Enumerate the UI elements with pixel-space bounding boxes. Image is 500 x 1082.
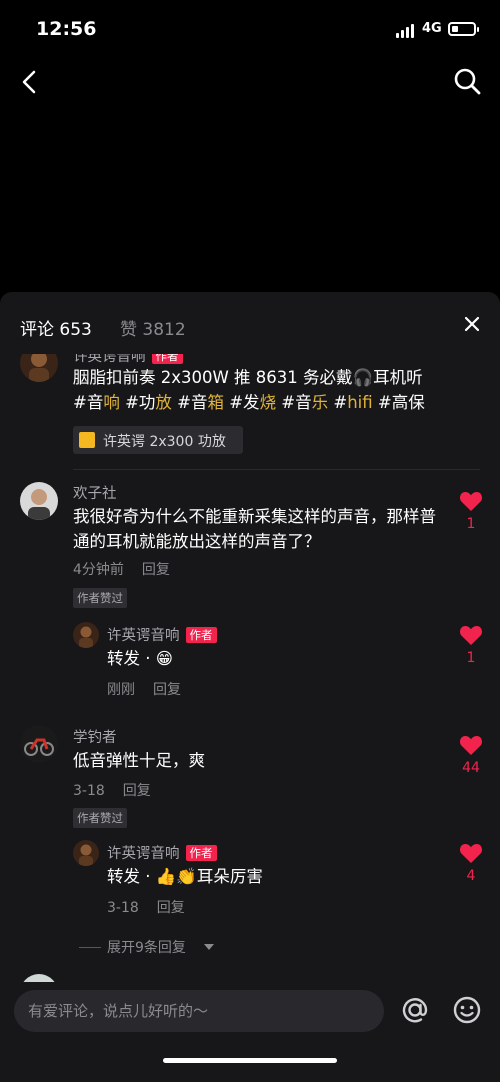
battery-icon <box>448 22 479 36</box>
comment-username[interactable]: 欢子社 <box>73 482 117 503</box>
comment-text-segment: #高保 <box>372 393 425 412</box>
comment-text: 低音弹性十足，爽 <box>73 751 205 770</box>
home-indicator <box>163 1058 337 1063</box>
sheet-header: 评论 653 赞 3812 <box>0 292 500 354</box>
reply-button[interactable]: 回复 <box>157 900 185 916</box>
avatar[interactable] <box>20 725 58 763</box>
expand-replies-button[interactable]: 展开9条回复 <box>73 936 273 958</box>
comment-input-bar <box>0 982 500 1082</box>
top-nav <box>0 60 500 104</box>
close-icon <box>464 316 480 332</box>
signal-icon <box>396 22 416 38</box>
reply-meta: 刚刚 回复 <box>107 679 181 699</box>
network-label: 4G <box>422 21 442 36</box>
like-count: 44 <box>462 760 480 776</box>
author-tag: 作者 <box>185 627 217 643</box>
comment-time: 3-18 <box>73 783 105 799</box>
like-count: 1 <box>466 516 476 532</box>
comment-text: 胭脂扣前奏 2x300W 推 8631 务必戴🎧耳机听 #音响 #功放 #音箱 #… <box>73 365 478 415</box>
caret-down-icon <box>204 944 214 950</box>
avatar[interactable] <box>20 974 58 982</box>
comment-text-segment: #功 <box>119 393 156 412</box>
comment-text-segment: #发 <box>223 393 260 412</box>
like-button[interactable]: 44 <box>456 734 486 776</box>
hashtag-highlight: 响 <box>103 393 120 412</box>
comment-list[interactable]: 许英谔音响 作者 胭脂扣前奏 2x300W 推 8631 务必戴🎧耳机听 #音响 #… <box>0 354 500 982</box>
reply-username[interactable]: 许英谔音响 作者 <box>107 624 217 645</box>
search-button[interactable] <box>450 64 486 100</box>
heart-icon <box>460 736 482 755</box>
reply-time: 3-18 <box>107 900 139 916</box>
like-button[interactable]: 1 <box>456 624 486 666</box>
comment-meta: 4分钟前 回复 <box>73 559 170 579</box>
reply-text: 转发 · 👍👏耳朵厉害 <box>107 867 263 886</box>
comment-input[interactable] <box>14 990 384 1032</box>
tab-comments[interactable]: 评论 653 <box>20 315 92 340</box>
heart-icon <box>460 626 482 645</box>
status-bar: 12:56 4G <box>0 0 500 60</box>
comment-username[interactable]: 学钓者 <box>73 726 117 747</box>
comment-meta: 3-18 回复 <box>73 780 151 800</box>
reply-username[interactable]: 许英谔音响 作者 <box>107 842 217 863</box>
status-time: 12:56 <box>36 18 97 40</box>
comment-text-segment: #音 <box>73 393 104 412</box>
comment-text-segment: #音 <box>276 393 312 412</box>
avatar[interactable] <box>20 354 58 382</box>
avatar[interactable] <box>73 840 99 866</box>
reply-button[interactable]: 回复 <box>123 783 151 799</box>
like-button[interactable]: 4 <box>456 842 486 884</box>
search-icon <box>454 68 481 95</box>
hashtag-highlight: 箱 <box>207 393 224 412</box>
comment-time: 4分钟前 <box>73 562 124 578</box>
hashtag-highlight: 烧 <box>259 393 277 412</box>
comment-text-segment: 胭脂扣前奏 2x300W 推 8631 务必戴 <box>73 368 353 387</box>
chevron-left-icon <box>22 70 36 94</box>
smiley-icon <box>453 996 481 1024</box>
headphones-icon: 🎧 <box>352 368 374 387</box>
comment-text-segment: 耳机听 <box>373 368 423 387</box>
reply-meta: 3-18 回复 <box>107 897 185 917</box>
reply-button[interactable]: 回复 <box>153 682 181 698</box>
at-icon <box>402 998 428 1023</box>
mention-button[interactable] <box>397 992 433 1028</box>
back-button[interactable] <box>14 64 44 100</box>
tab-likes[interactable]: 赞 3812 <box>120 315 186 340</box>
comment-text-segment: # <box>328 393 348 412</box>
reply-text: 转发 · 😁 <box>107 649 173 668</box>
product-label: 许英谔 2x300 功放 <box>103 434 226 450</box>
cart-icon <box>79 432 95 448</box>
reply-button[interactable]: 回复 <box>142 562 170 578</box>
comment-text-segment: #音 <box>171 393 208 412</box>
divider <box>79 947 101 948</box>
like-button[interactable]: 1 <box>456 490 486 532</box>
hashtag-highlight: 乐 <box>311 393 329 412</box>
emoji-button[interactable] <box>449 992 485 1028</box>
expand-replies-label: 展开9条回复 <box>107 940 186 956</box>
avatar[interactable] <box>73 622 99 648</box>
author-liked-badge: 作者赞过 <box>73 808 127 828</box>
author-liked-badge: 作者赞过 <box>73 588 127 608</box>
comment-sheet: 评论 653 赞 3812 许英谔音响 作者 胭脂扣前奏 2x300W 推 863… <box>0 292 500 1082</box>
product-card[interactable]: 许英谔 2x300 功放 <box>73 426 243 454</box>
divider <box>73 469 480 470</box>
hashtag-highlight: 放 <box>155 393 172 412</box>
reply-time: 刚刚 <box>107 682 135 698</box>
heart-icon <box>460 844 482 863</box>
avatar[interactable] <box>20 482 58 520</box>
close-button[interactable] <box>460 312 484 336</box>
heart-icon <box>460 492 482 511</box>
author-tag: 作者 <box>185 845 217 861</box>
like-count: 1 <box>466 650 476 666</box>
author-tag: 作者 <box>151 354 183 364</box>
like-count: 4 <box>466 868 476 884</box>
comment-text: 我很好奇为什么不能重新采集这样的声音，那样普通的耳机就能放出这样的声音了？ <box>73 507 436 551</box>
hashtag-highlight: hifi <box>347 393 373 412</box>
